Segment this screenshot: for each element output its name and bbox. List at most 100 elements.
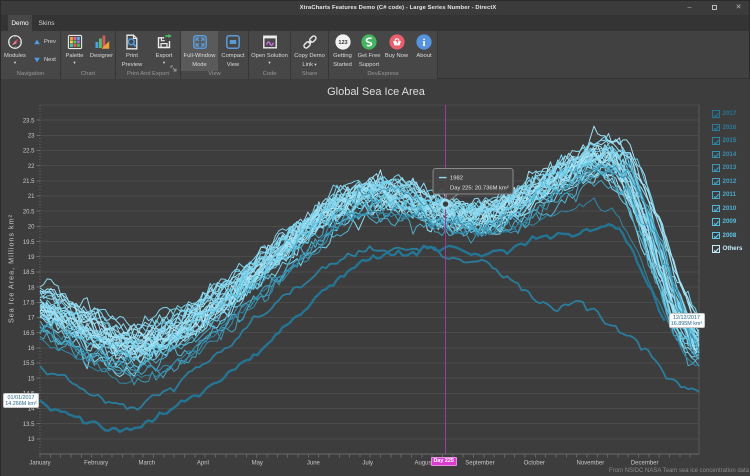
- y-axis-label: 23: [28, 134, 35, 140]
- open-solution-icon: [262, 34, 278, 50]
- legend-item-2015[interactable]: 2015: [712, 134, 742, 148]
- ribbon-button-prev[interactable]: Prev: [29, 35, 60, 49]
- ribbon-button-modules[interactable]: Modules▾: [1, 31, 29, 71]
- ribbon-button-label: Preview: [122, 62, 143, 69]
- ribbon-group-items: 123GettingStartedGet FreeSupportBuy Nowi…: [329, 31, 437, 71]
- legend-checkbox[interactable]: [712, 110, 720, 118]
- ribbon-button-icon-wrap: [262, 34, 278, 50]
- ribbon-button-label: View: [227, 62, 239, 69]
- annotation[interactable]: 01/01/201714.266M km²: [3, 393, 39, 408]
- about-icon: i: [416, 34, 432, 50]
- dialog-launcher-icon[interactable]: [170, 60, 178, 78]
- prev-arrow-icon: [34, 39, 40, 45]
- ribbon-groups: Modules▾PrevNextNavigationPalette▾Design…: [1, 31, 438, 79]
- ribbon-button-label: Link ▾: [302, 62, 316, 69]
- legend-checkbox[interactable]: [712, 164, 720, 172]
- legend-checkbox[interactable]: [712, 205, 720, 213]
- x-axis-label: November: [577, 461, 605, 467]
- legend-checkbox[interactable]: [712, 191, 720, 199]
- legend-item-2009[interactable]: 2009: [712, 215, 742, 229]
- ribbon-group-view: Full-WindowModeCompactViewView: [181, 31, 249, 79]
- legend-item-2011[interactable]: 2011: [712, 188, 742, 202]
- compact-view-icon: [225, 34, 241, 50]
- maximize-button[interactable]: [708, 1, 721, 14]
- ribbon-button-copy-demo-link[interactable]: Copy DemoLink ▾: [291, 31, 328, 71]
- ribbon-button-label: Open Solution: [251, 53, 288, 60]
- legend-checkbox[interactable]: [712, 151, 720, 159]
- legend-checkbox[interactable]: [712, 137, 720, 145]
- print-preview-icon: [124, 34, 140, 50]
- legend-label: Others: [723, 245, 743, 252]
- dropdown-arrow-icon: ▾: [14, 60, 16, 65]
- ribbon-stack: Prev Next: [29, 31, 60, 71]
- ribbon-button-label: Buy Now: [385, 53, 408, 60]
- x-axis-label: October: [524, 461, 545, 467]
- series-1987: [40, 148, 699, 338]
- y-axis-label: 18: [28, 285, 35, 291]
- ribbon-button-icon-wrap: 123: [335, 34, 351, 50]
- ribbon-group-items: Full-WindowModeCompactView: [181, 31, 248, 71]
- ribbon-group-label: Chart: [61, 71, 115, 78]
- svg-text:123: 123: [338, 40, 347, 46]
- ribbon-button-label: Print: [126, 53, 138, 60]
- ribbon-button-icon-wrap: [389, 34, 405, 50]
- ribbon-button-getting-started[interactable]: 123GettingStarted: [329, 31, 356, 71]
- legend-item-2014[interactable]: 2014: [712, 148, 742, 162]
- chart-area[interactable]: Global Sea Ice Area Sea Ice Area, Millio…: [1, 79, 750, 476]
- ribbon-button-icon-wrap: [67, 34, 83, 50]
- compass-icon: [7, 34, 23, 50]
- legend-item-2017[interactable]: 2017: [712, 107, 742, 121]
- ribbon-button-get-free-support[interactable]: Get FreeSupport: [356, 31, 382, 71]
- ribbon-button-icon-wrap: [7, 34, 23, 50]
- series-2004: [40, 159, 699, 352]
- ribbon-button-open-solution[interactable]: Open Solution▾: [249, 31, 290, 71]
- ribbon-group-items: Palette▾Designer: [61, 31, 115, 71]
- ribbon-button-label: Mode: [192, 62, 207, 69]
- legend-checkbox[interactable]: [712, 178, 720, 186]
- ribbon-button-compact-view[interactable]: CompactView: [218, 31, 248, 71]
- checkmark-icon: [713, 139, 720, 146]
- legend-item-others[interactable]: Others: [712, 242, 742, 256]
- ribbon-button-buy-now[interactable]: Buy Now: [382, 31, 411, 71]
- ribbon-button-label: Designer: [90, 53, 113, 60]
- ribbon-button-full-window-mode[interactable]: Full-WindowMode: [181, 31, 218, 71]
- legend-label: 2016: [723, 124, 737, 131]
- legend-checkbox[interactable]: [712, 245, 720, 253]
- ribbon-button-next[interactable]: Next: [29, 53, 60, 67]
- ribbon-button-palette[interactable]: Palette▾: [61, 31, 88, 71]
- y-axis-label: 16: [28, 346, 35, 352]
- checkmark-icon: [713, 193, 720, 200]
- legend-item-2012[interactable]: 2012: [712, 175, 742, 189]
- legend-item-2016[interactable]: 2016: [712, 121, 742, 135]
- legend-item-2008[interactable]: 2008: [712, 229, 742, 243]
- ribbon-group-navigation: Modules▾PrevNextNavigation: [1, 31, 61, 79]
- y-axis-label: 18.5: [23, 270, 35, 276]
- ribbon-button-label: Palette: [65, 53, 83, 60]
- minimize-button[interactable]: –: [683, 1, 696, 14]
- tab-skins[interactable]: Skins: [34, 15, 59, 31]
- ribbon-button-label: Getting: [333, 53, 352, 60]
- legend-checkbox[interactable]: [712, 124, 720, 132]
- series-1994: [40, 150, 699, 349]
- y-axis-label: 19.5: [23, 240, 35, 246]
- plot[interactable]: 1313.51414.51515.51616.51717.51818.51919…: [1, 79, 750, 476]
- tab-demo[interactable]: Demo: [8, 15, 32, 31]
- series-2000: [40, 153, 699, 359]
- ribbon-button-about[interactable]: iAbout: [411, 31, 437, 71]
- legend-label: 2014: [723, 151, 737, 158]
- ribbon-button-designer[interactable]: Designer: [88, 31, 115, 71]
- legend-item-2013[interactable]: 2013: [712, 161, 742, 175]
- full-window-icon: [192, 34, 208, 50]
- ribbon-group-devexpress: 123GettingStartedGet FreeSupportBuy Nowi…: [329, 31, 438, 79]
- ribbon-group-code: Open Solution▾Code: [249, 31, 291, 79]
- annotation[interactable]: 12/12/201716.895M km²: [669, 313, 705, 328]
- legend-item-2010[interactable]: 2010: [712, 202, 742, 216]
- legend-checkbox[interactable]: [712, 232, 720, 240]
- checkmark-icon: [713, 179, 720, 186]
- close-button[interactable]: ✕: [732, 1, 745, 14]
- ribbon-button-label: Next: [44, 57, 56, 63]
- legend-checkbox[interactable]: [712, 218, 720, 226]
- ribbon-button-print-preview[interactable]: Print Preview: [116, 31, 148, 71]
- dropdown-arrow-icon: ▾: [163, 60, 165, 65]
- tooltip-value: Day 225: 20.736M km²: [450, 186, 509, 192]
